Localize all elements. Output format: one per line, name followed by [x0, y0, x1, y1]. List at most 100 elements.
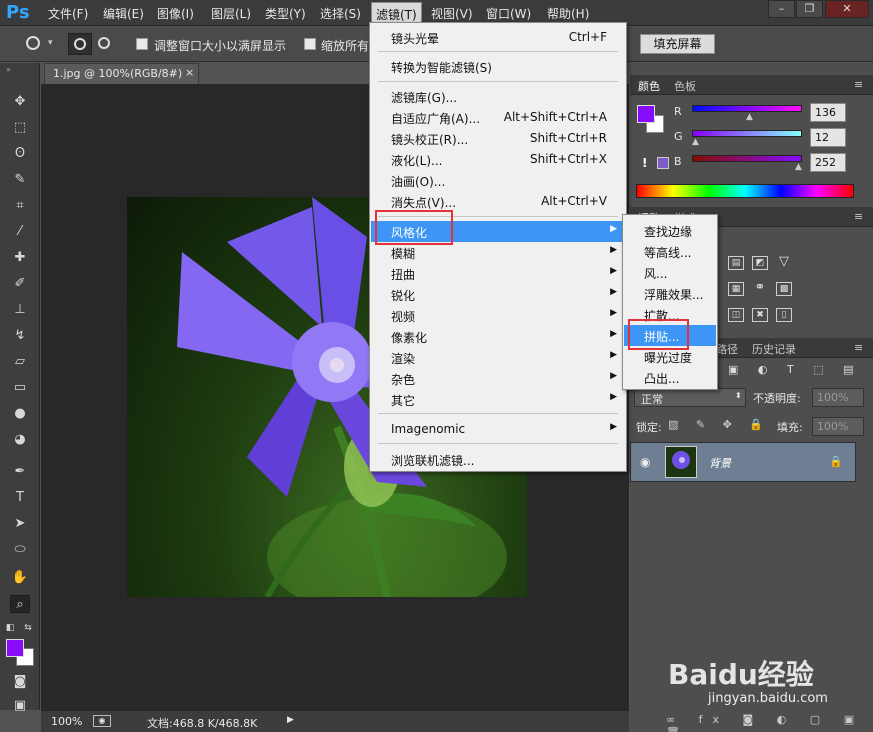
- menu-item-convert-smart-filter[interactable]: 转换为智能滤镜(S): [371, 56, 625, 77]
- menu-help[interactable]: 帮助(H): [547, 5, 589, 22]
- screen-mode-icon[interactable]: ▣: [10, 697, 30, 715]
- tab-swatches[interactable]: 色板: [674, 78, 696, 94]
- hand-tool-icon[interactable]: ✋: [10, 569, 30, 587]
- red-slider[interactable]: [692, 105, 802, 112]
- color-lookup-icon[interactable]: ⚭: [752, 281, 768, 296]
- menu-item-sharpen[interactable]: 锐化 ▶: [371, 284, 625, 305]
- default-colors-icon[interactable]: ◧: [4, 619, 16, 637]
- marquee-tool-icon[interactable]: ⬚: [10, 119, 30, 137]
- zoom-all-checkbox[interactable]: [304, 38, 316, 50]
- brush-tool-icon[interactable]: ✐: [10, 275, 30, 293]
- move-tool-icon[interactable]: ✥: [10, 93, 30, 111]
- menu-edit[interactable]: 编辑(E): [103, 5, 144, 22]
- status-arrow-icon[interactable]: ▶: [287, 715, 294, 725]
- menu-item-last-filter[interactable]: 镜头光晕 Ctrl+F: [371, 27, 625, 48]
- blue-value-input[interactable]: 252: [810, 153, 846, 172]
- submenu-item-wind[interactable]: 风...: [624, 262, 716, 283]
- menu-item-blur[interactable]: 模糊 ▶: [371, 242, 625, 263]
- channel-mixer-icon[interactable]: ▦: [728, 282, 744, 296]
- quick-select-tool-icon[interactable]: ✎: [10, 171, 30, 189]
- menu-type[interactable]: 类型(Y): [265, 5, 306, 22]
- fill-input[interactable]: 100%: [812, 417, 864, 436]
- gradient-tool-icon[interactable]: ▭: [10, 379, 30, 397]
- posterize-icon[interactable]: ▩: [776, 282, 792, 296]
- panel-menu-icon[interactable]: ≡: [854, 210, 863, 223]
- layer-row-background[interactable]: ◉ 背景 🔒: [630, 442, 856, 482]
- zoom-tool-icon[interactable]: ⌕: [10, 595, 30, 613]
- submenu-item-contour[interactable]: 等高线...: [624, 241, 716, 262]
- menu-window[interactable]: 窗口(W): [486, 5, 531, 22]
- ellipse-tool-icon[interactable]: ⬭: [10, 541, 30, 559]
- menu-item-adaptive-wide-angle[interactable]: 自适应广角(A)... Alt+Shift+Ctrl+A: [371, 107, 625, 128]
- menu-item-liquify[interactable]: 液化(L)... Shift+Ctrl+X: [371, 149, 625, 170]
- tab-paths[interactable]: 路径: [716, 341, 738, 357]
- blue-slider-handle[interactable]: ▲: [795, 162, 802, 172]
- menu-item-lens-correction[interactable]: 镜头校正(R)... Shift+Ctrl+R: [371, 128, 625, 149]
- zoom-in-button[interactable]: [68, 33, 92, 55]
- curves-icon[interactable]: ◩: [752, 256, 768, 270]
- submenu-item-extrude[interactable]: 凸出...: [624, 367, 716, 388]
- submenu-item-emboss[interactable]: 浮雕效果...: [624, 283, 716, 304]
- healing-brush-tool-icon[interactable]: ✚: [10, 249, 30, 267]
- chevron-down-icon[interactable]: ▾: [48, 38, 53, 48]
- dodge-tool-icon[interactable]: ◕: [10, 431, 30, 449]
- menu-item-imagenomic[interactable]: Imagenomic ▶: [371, 419, 625, 440]
- menu-item-pixelate[interactable]: 像素化 ▶: [371, 326, 625, 347]
- menu-item-vanishing-point[interactable]: 消失点(V)... Alt+Ctrl+V: [371, 191, 625, 212]
- menu-image[interactable]: 图像(I): [157, 5, 194, 22]
- blue-slider[interactable]: [692, 155, 802, 162]
- lock-icons[interactable]: ▨ ✎ ✥ 🔒: [668, 418, 770, 431]
- invert-icon[interactable]: ▯: [776, 308, 792, 322]
- blur-tool-icon[interactable]: ●: [10, 405, 30, 423]
- color-spectrum[interactable]: [636, 184, 854, 198]
- pen-tool-icon[interactable]: ✒: [10, 463, 30, 481]
- menu-item-oil-paint[interactable]: 油画(O)...: [371, 170, 625, 191]
- zoom-icon[interactable]: [26, 36, 40, 50]
- menu-item-render[interactable]: 渲染 ▶: [371, 347, 625, 368]
- foreground-color-swatch[interactable]: [637, 105, 655, 123]
- stamp-tool-icon[interactable]: ⊥: [10, 301, 30, 319]
- menu-item-browse-filters-online[interactable]: 浏览联机滤镜...: [371, 449, 625, 470]
- opacity-input[interactable]: 100%: [812, 388, 864, 407]
- history-brush-tool-icon[interactable]: ↯: [10, 327, 30, 345]
- menu-item-video[interactable]: 视频 ▶: [371, 305, 625, 326]
- swap-colors-icon[interactable]: ⇆: [22, 619, 34, 637]
- type-tool-icon[interactable]: T: [10, 489, 30, 507]
- foreground-color-swatch[interactable]: [6, 639, 24, 657]
- crop-tool-icon[interactable]: ⌗: [10, 197, 30, 215]
- blend-mode-select[interactable]: 正常 ⬍: [634, 388, 746, 407]
- resize-windows-checkbox[interactable]: [136, 38, 148, 50]
- close-tab-icon[interactable]: ×: [185, 66, 194, 79]
- red-slider-handle[interactable]: ▲: [746, 112, 753, 122]
- menu-item-other[interactable]: 其它 ▶: [371, 389, 625, 410]
- tab-history[interactable]: 历史记录: [752, 341, 796, 357]
- quick-mask-icon[interactable]: ◙: [10, 673, 30, 691]
- selective-color-icon[interactable]: ✖: [752, 308, 768, 322]
- menu-item-filter-gallery[interactable]: 滤镜库(G)...: [371, 86, 625, 107]
- path-select-tool-icon[interactable]: ➤: [10, 515, 30, 533]
- fill-screen-button[interactable]: 填充屏幕: [640, 34, 715, 54]
- close-button[interactable]: ✕: [825, 0, 869, 18]
- eyedropper-tool-icon[interactable]: ⁄: [10, 223, 30, 241]
- restore-button[interactable]: ❐: [796, 0, 823, 18]
- levels-icon[interactable]: ▤: [728, 256, 744, 270]
- menu-item-noise[interactable]: 杂色 ▶: [371, 368, 625, 389]
- web-safe-color-swatch[interactable]: [657, 157, 669, 169]
- panel-menu-icon[interactable]: ≡: [854, 78, 863, 91]
- status-settings-icon[interactable]: ◉: [93, 715, 111, 727]
- layer-filter-icons[interactable]: ▣ ◐ T ⬚ ▤: [728, 363, 861, 376]
- green-slider[interactable]: [692, 130, 802, 137]
- panel-menu-icon[interactable]: ≡: [854, 341, 863, 354]
- tab-color[interactable]: 颜色: [638, 78, 660, 94]
- minimize-button[interactable]: –: [768, 0, 795, 18]
- gradient-map-icon[interactable]: ▽: [776, 255, 792, 270]
- zoom-out-icon[interactable]: [98, 37, 110, 49]
- menu-item-distort[interactable]: 扭曲 ▶: [371, 263, 625, 284]
- threshold-icon[interactable]: ◫: [728, 308, 744, 322]
- document-tab[interactable]: 1.jpg @ 100%(RGB/8#) ×: [44, 63, 199, 84]
- menu-file[interactable]: 文件(F): [48, 5, 88, 22]
- green-value-input[interactable]: 12: [810, 128, 846, 147]
- layers-footer-icons[interactable]: ∞ fx ◙ ◐ ▢ ▣ 🗑: [666, 713, 873, 732]
- visibility-eye-icon[interactable]: ◉: [640, 455, 650, 469]
- submenu-item-find-edges[interactable]: 查找边缘: [624, 220, 716, 241]
